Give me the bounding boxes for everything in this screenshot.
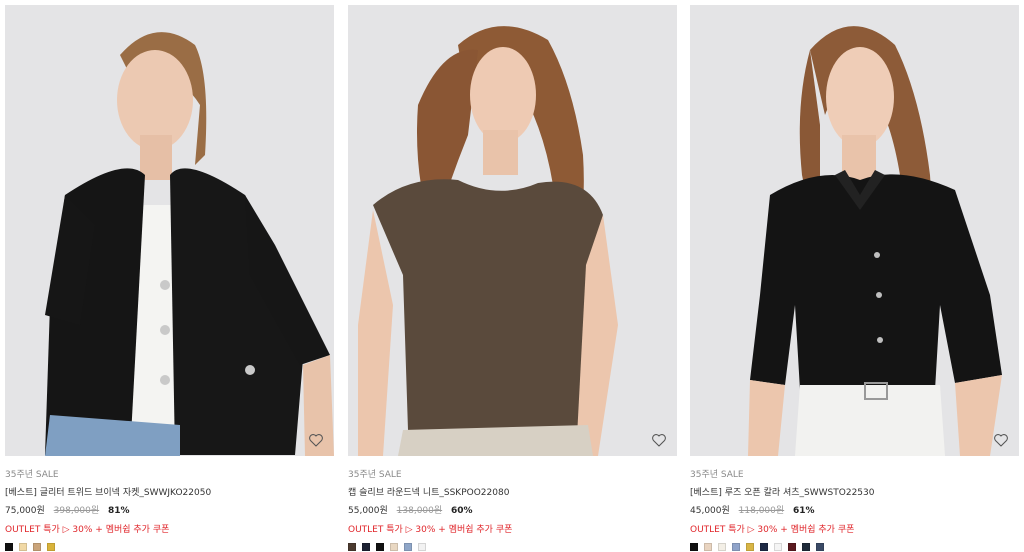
product-name[interactable]: [베스트] 글리터 트위드 브이넥 자켓_SWWJKO22050 [5,486,334,500]
product-grid: 35주년 SALE [베스트] 글리터 트위드 브이넥 자켓_SWWJKO220… [0,0,1024,552]
color-swatch[interactable] [19,543,27,551]
color-swatch[interactable] [746,543,754,551]
product-image[interactable] [348,5,677,456]
sale-price: 75,000원 [5,506,45,516]
color-swatch[interactable] [33,543,41,551]
product-image[interactable] [5,5,334,456]
sale-price: 55,000원 [348,506,388,516]
sale-price: 45,000원 [690,506,730,516]
price-row: 45,000원 118,000원 61% [690,504,1019,518]
color-swatch[interactable] [390,543,398,551]
product-card[interactable]: 35주년 SALE [베스트] 루즈 오픈 칼라 셔츠_SWWSTO22530 … [690,5,1019,551]
discount-rate: 61% [793,506,815,516]
model-photo-illustration [348,5,677,456]
color-swatches [5,543,334,551]
color-swatch[interactable] [802,543,810,551]
color-swatch[interactable] [690,543,698,551]
product-card[interactable]: 35주년 SALE 캡 슬리브 라운드넥 니트_SSKPOO22080 55,0… [348,5,677,551]
color-swatch[interactable] [774,543,782,551]
price-row: 55,000원 138,000원 60% [348,504,677,518]
heart-outline-icon[interactable] [651,432,667,448]
color-swatch[interactable] [788,543,796,551]
color-swatch[interactable] [760,543,768,551]
promo-text: OUTLET 특가 ▷ 30% + 멤버쉽 추가 쿠폰 [5,525,170,535]
original-price: 138,000원 [396,506,443,516]
color-swatch[interactable] [5,543,13,551]
color-swatches [690,543,1019,551]
color-swatch[interactable] [732,543,740,551]
discount-rate: 81% [108,506,130,516]
original-price: 398,000원 [53,506,100,516]
color-swatch[interactable] [718,543,726,551]
promo-text: OUTLET 특가 ▷ 30% + 멤버쉽 추가 쿠폰 [348,525,513,535]
color-swatch[interactable] [404,543,412,551]
product-card[interactable]: 35주년 SALE [베스트] 글리터 트위드 브이넥 자켓_SWWJKO220… [5,5,334,551]
heart-outline-icon[interactable] [308,432,324,448]
color-swatch[interactable] [47,543,55,551]
color-swatch[interactable] [376,543,384,551]
color-swatches [348,543,677,551]
product-image[interactable] [690,5,1019,456]
color-swatch[interactable] [816,543,824,551]
price-row: 75,000원 398,000원 81% [5,504,334,518]
sale-tag: 35주년 SALE [348,470,402,480]
heart-outline-icon[interactable] [993,432,1009,448]
model-photo-illustration [690,5,1019,456]
sale-tag: 35주년 SALE [690,470,744,480]
color-swatch[interactable] [704,543,712,551]
color-swatch[interactable] [348,543,356,551]
color-swatch[interactable] [418,543,426,551]
model-photo-illustration [5,5,334,456]
product-name[interactable]: [베스트] 루즈 오픈 칼라 셔츠_SWWSTO22530 [690,486,1019,500]
sale-tag: 35주년 SALE [5,470,59,480]
product-name[interactable]: 캡 슬리브 라운드넥 니트_SSKPOO22080 [348,486,677,500]
original-price: 118,000원 [738,506,785,516]
color-swatch[interactable] [362,543,370,551]
discount-rate: 60% [451,506,473,516]
promo-text: OUTLET 특가 ▷ 30% + 멤버쉽 추가 쿠폰 [690,525,855,535]
